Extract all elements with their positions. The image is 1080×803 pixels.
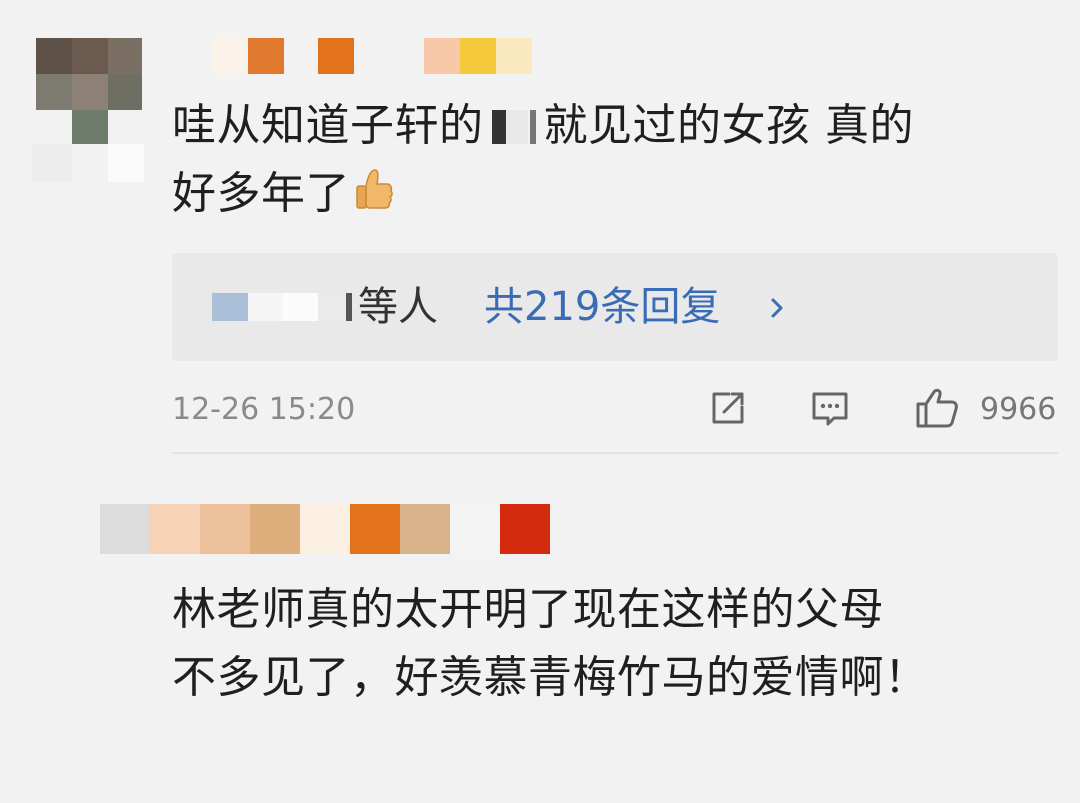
reply-summary[interactable]: 等人 共219条回复 [172, 253, 1058, 361]
reply-names-censored [212, 293, 352, 321]
comment-text-line1-part1: 哇从知道子轩的 [172, 100, 484, 151]
comment-text-line1-part2: 就见过的女孩 真的 [543, 100, 914, 151]
like-icon[interactable] [914, 386, 960, 434]
comment-text: 林老师真的太开明了现在这样的父母 不多见了，好羡慕青梅竹马的爱情啊！ [172, 576, 929, 712]
comment-icon[interactable] [808, 386, 852, 434]
reply-names-suffix: 等人 [358, 284, 438, 330]
avatar[interactable] [32, 38, 144, 186]
comment-text: 哇从知道子轩的 就见过的女孩 真的 好多年了 [172, 92, 914, 228]
comment-timestamp: 12-26 15:20 [172, 392, 356, 427]
username-censored[interactable] [176, 38, 536, 74]
comment-text-line2: 好多年了 [172, 168, 350, 219]
comment-text-line1: 林老师真的太开明了现在这样的父母 [172, 584, 884, 635]
reply-count-link[interactable]: 共219条回复 [484, 283, 720, 331]
comment-text-line2: 不多见了，好羡慕青梅竹马的爱情啊！ [172, 652, 929, 703]
username-censored[interactable] [100, 504, 560, 554]
comment-item: 林老师真的太开明了现在这样的父母 不多见了，好羡慕青梅竹马的爱情啊！ [0, 460, 1080, 803]
censored-mask [484, 110, 544, 144]
share-icon[interactable] [706, 386, 750, 434]
comment-item: 哇从知道子轩的 就见过的女孩 真的 好多年了 等人 共219条回复 12-26 1… [0, 0, 1080, 460]
comment-meta-row: 12-26 15:20 9966 [172, 386, 1058, 432]
chevron-right-icon[interactable] [762, 293, 792, 323]
comment-divider [172, 452, 1058, 454]
like-count: 9966 [980, 392, 1057, 427]
thumbs-up-icon [354, 166, 394, 214]
